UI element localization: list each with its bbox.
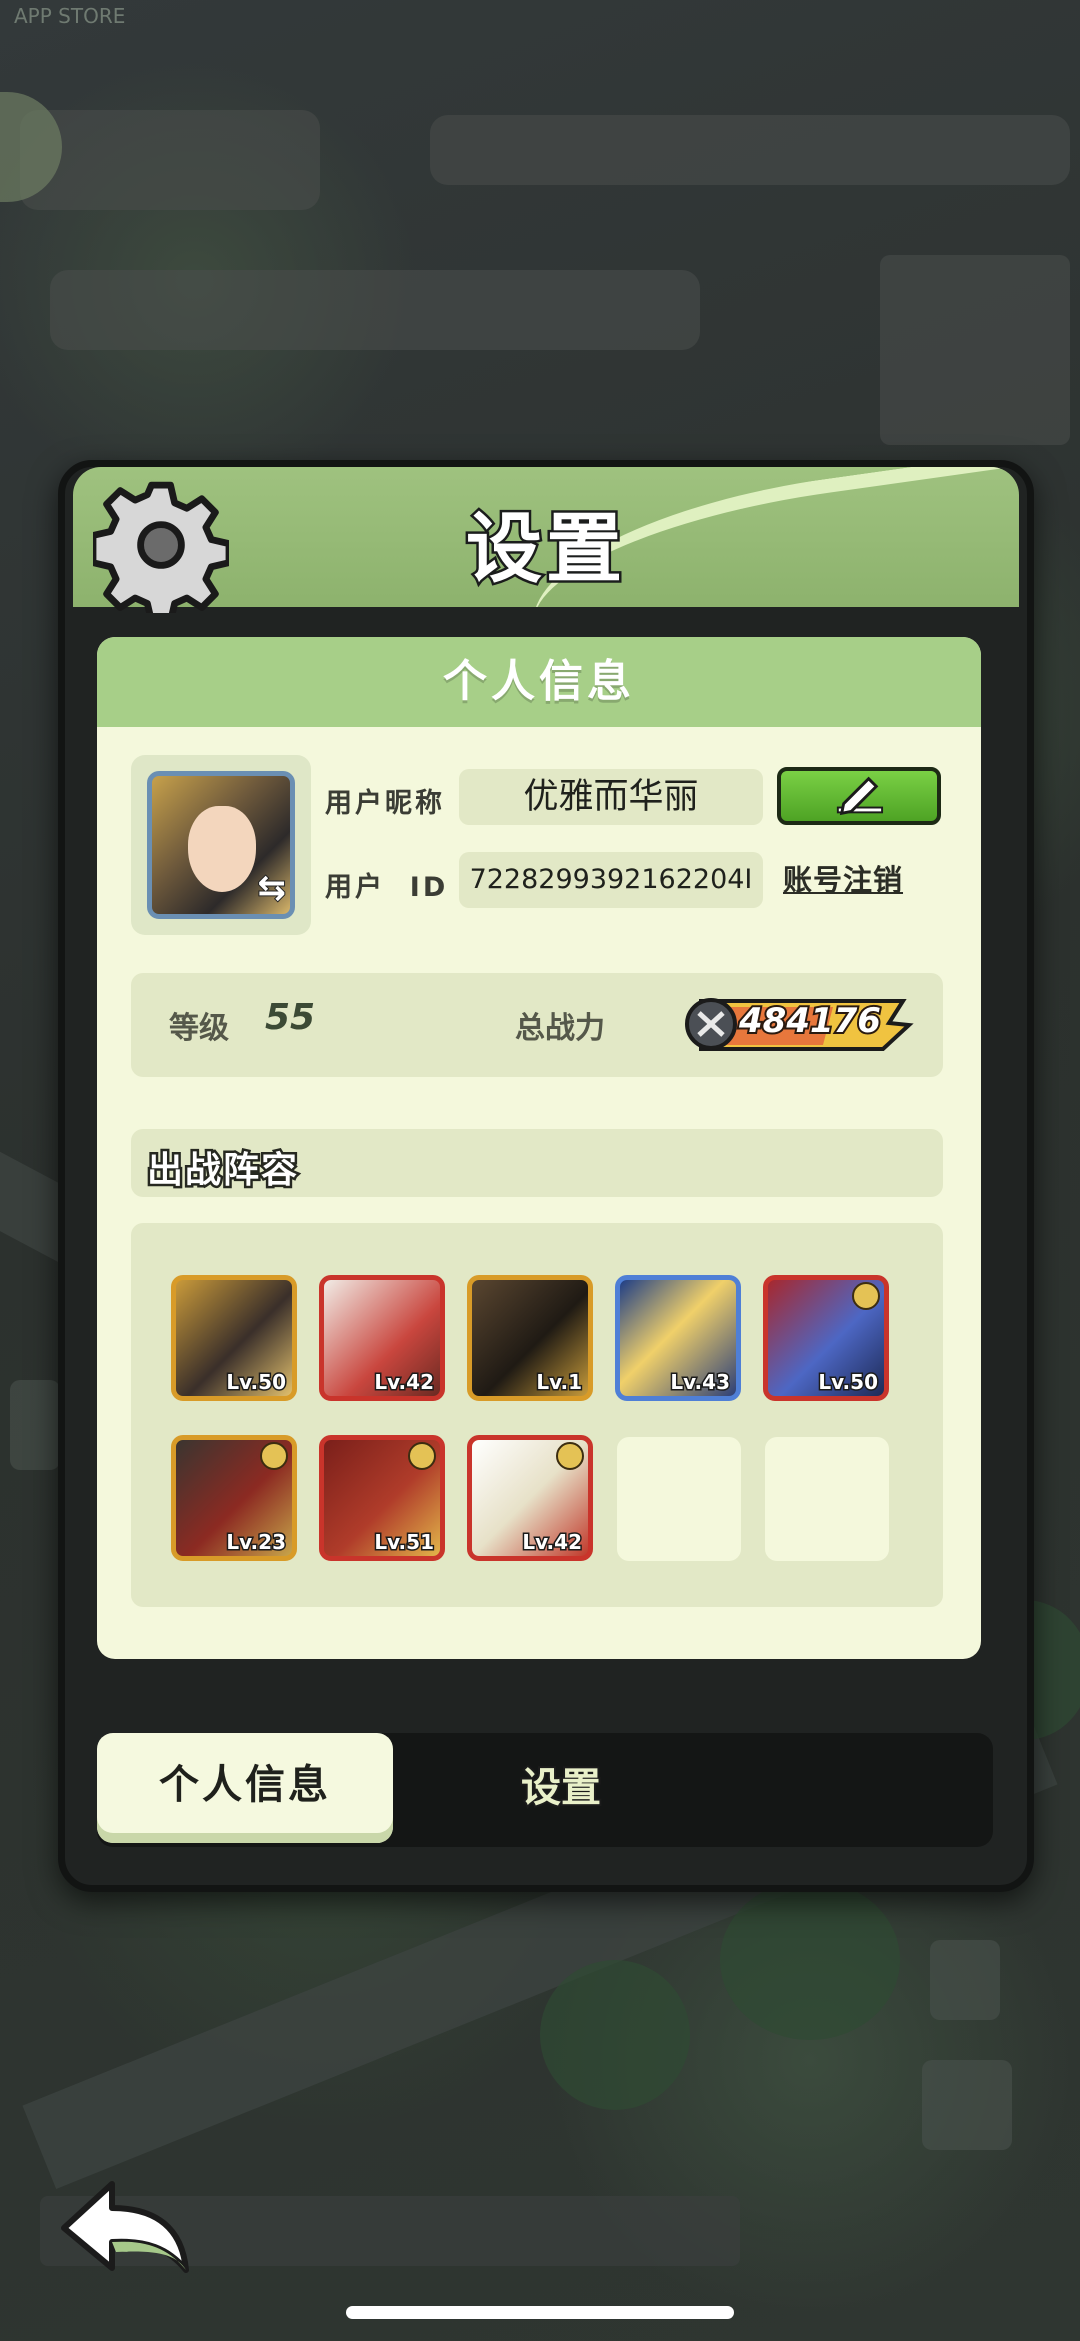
hero-level: Lv.23: [225, 1529, 288, 1556]
hero-slot[interactable]: Lv.51: [319, 1435, 445, 1561]
tab-settings[interactable]: 设置: [519, 1733, 603, 1843]
hero-level: Lv.50: [817, 1369, 880, 1396]
hero-slot-empty[interactable]: [617, 1437, 741, 1561]
account-cancel-link[interactable]: 账号注销: [783, 857, 903, 899]
home-indicator[interactable]: [346, 2306, 734, 2319]
hero-slot[interactable]: Lv.50: [763, 1275, 889, 1401]
status-text: APP STORE: [14, 4, 126, 28]
hero-level: Lv.42: [521, 1529, 584, 1556]
side-shortcut: [930, 1940, 1000, 2020]
avatar[interactable]: ⇆: [147, 771, 295, 919]
power-value: 484176: [737, 999, 883, 1043]
lineup-header: 出战阵容: [131, 1129, 943, 1197]
hero-level: Lv.43: [669, 1369, 732, 1396]
hero-slot[interactable]: Lv.42: [467, 1435, 593, 1561]
avatar-frame[interactable]: ⇆: [131, 755, 311, 935]
hero-slot[interactable]: Lv.1: [467, 1275, 593, 1401]
background-tree: [720, 1880, 900, 2040]
section-title: 个人信息: [97, 637, 981, 727]
lineup-grid: Lv.50 Lv.42 Lv.1 Lv.43 Lv.50 Lv.23 Lv.51…: [131, 1223, 943, 1607]
level-value: 55: [265, 997, 316, 1038]
side-shortcut: [10, 1380, 60, 1470]
tab-personal-info[interactable]: 个人信息: [97, 1733, 393, 1843]
hero-level: Lv.42: [373, 1369, 436, 1396]
hero-slot[interactable]: Lv.43: [615, 1275, 741, 1401]
hero-level: Lv.50: [225, 1369, 288, 1396]
stats-bar: 等级 55 总战力 484176: [131, 973, 943, 1077]
swap-icon[interactable]: ⇆: [257, 867, 287, 909]
power-label: 总战力: [515, 1011, 605, 1046]
player-hud: [20, 110, 320, 210]
hero-rank-badge: [852, 1282, 880, 1310]
avatar-face: [188, 806, 256, 892]
pencil-icon: [836, 776, 884, 816]
resource-hud: [430, 115, 1070, 185]
activity-icons: [50, 270, 700, 350]
personal-info-content: 个人信息 ⇆ 用户昵称 优雅而华丽 用户 ID 7228299392162204…: [97, 637, 981, 1659]
hero-slot[interactable]: Lv.50: [171, 1275, 297, 1401]
power-badge: 484176: [683, 995, 915, 1053]
hero-rank-badge: [260, 1442, 288, 1470]
uid-label: 用户 ID: [325, 872, 449, 903]
hero-slot[interactable]: Lv.23: [171, 1435, 297, 1561]
background-tree: [540, 1960, 690, 2110]
hero-slot-empty[interactable]: [765, 1437, 889, 1561]
nickname-label: 用户昵称: [325, 788, 445, 819]
uid-field: 7228299392162204I: [459, 852, 763, 908]
hero-slot[interactable]: Lv.42: [319, 1275, 445, 1401]
nickname-field: 优雅而华丽: [459, 769, 763, 825]
hero-level: Lv.51: [373, 1529, 436, 1556]
hero-rank-badge: [556, 1442, 584, 1470]
hero-level: Lv.1: [535, 1369, 584, 1396]
edit-nickname-button[interactable]: [777, 767, 941, 825]
tab-bar: 个人信息 设置: [97, 1733, 993, 1847]
minimap: [880, 255, 1070, 445]
lineup-title: 出战阵容: [144, 1148, 300, 1194]
gear-icon: [93, 481, 229, 613]
back-arrow-icon[interactable]: [56, 2170, 196, 2280]
settings-panel: 设置 个人信息 ⇆ 用户昵称 优雅而华丽 用户 ID 7228299392162…: [58, 460, 1034, 1892]
level-label: 等级: [169, 1011, 229, 1046]
hero-rank-badge: [408, 1442, 436, 1470]
side-shortcut: [922, 2060, 1012, 2150]
